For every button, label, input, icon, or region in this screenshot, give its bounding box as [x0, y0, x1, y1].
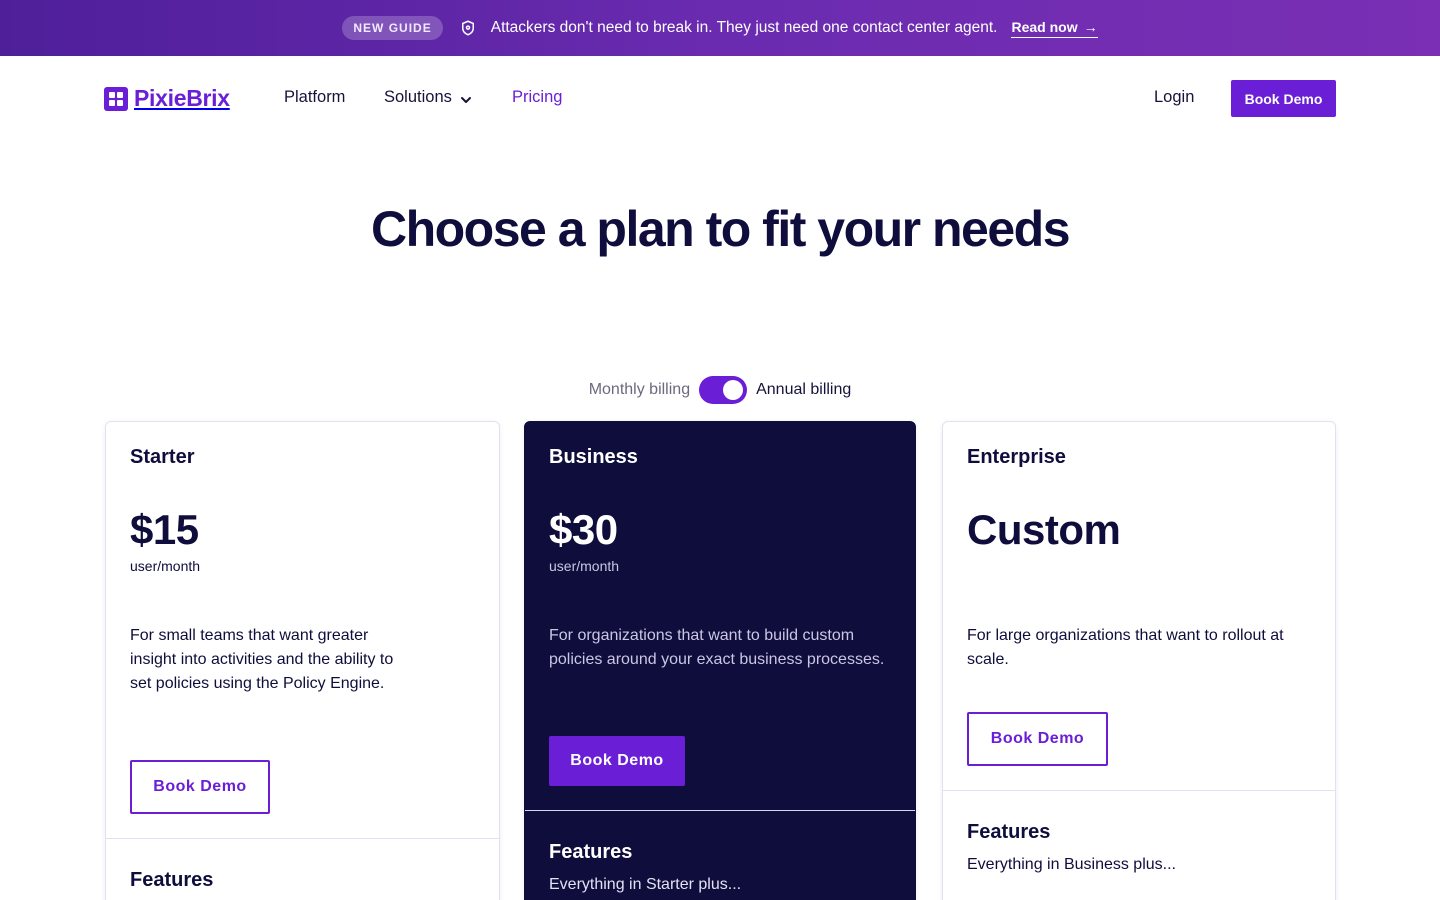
plan-price: Custom — [967, 506, 1121, 553]
announcement-banner: NEW GUIDE Attackers don't need to break … — [0, 0, 1440, 56]
plan-unit: user/month — [549, 558, 620, 574]
nav-pricing[interactable]: Pricing — [512, 88, 562, 107]
plan-card-enterprise: Enterprise Custom For large organization… — [942, 421, 1336, 900]
shield-icon — [459, 19, 477, 37]
plan-name: Business — [549, 446, 638, 468]
plan-card-starter: Starter $15 user/month For small teams t… — [105, 421, 500, 900]
nav-solutions[interactable]: Solutions — [384, 88, 472, 107]
new-guide-badge: NEW GUIDE — [342, 16, 443, 40]
arrow-right-icon: → — [1083, 18, 1098, 35]
nav-book-demo-button[interactable]: Book Demo — [1231, 80, 1336, 117]
plan-description: For organizations that want to build cus… — [549, 627, 885, 668]
monthly-billing-label[interactable]: Monthly billing — [589, 381, 690, 399]
features-title: Features — [549, 841, 633, 863]
plan-unit: user/month — [130, 558, 201, 574]
banner-message: Attackers don't need to break in. They j… — [490, 19, 998, 36]
pixiebrix-logo[interactable]: PixieBrix — [104, 85, 230, 112]
card-divider — [106, 838, 499, 839]
plan-description: For large organizations that want to rol… — [967, 627, 1284, 668]
main-nav: PixieBrix Platform Solutions Pricing Log… — [0, 56, 1440, 140]
nav-platform[interactable]: Platform — [284, 88, 345, 107]
page-title: Choose a plan to fit your needs — [370, 201, 1071, 257]
logo-text: PixieBrix — [134, 85, 230, 111]
toggle-knob — [723, 380, 744, 400]
card-divider — [943, 790, 1335, 791]
starter-book-demo-button[interactable]: Book Demo — [130, 760, 270, 814]
plan-description: For small teams that want greater insigh… — [130, 627, 394, 692]
plan-name: Enterprise — [967, 446, 1066, 468]
annual-billing-label[interactable]: Annual billing — [756, 381, 851, 399]
read-now-label: Read now — [1011, 18, 1078, 35]
business-book-demo-button[interactable]: Book Demo — [549, 736, 685, 786]
features-intro: Everything in Starter plus... — [549, 876, 742, 893]
card-divider — [525, 810, 915, 811]
read-now-link[interactable]: Read now → — [1011, 18, 1098, 38]
features-intro: Everything in Business plus... — [967, 856, 1176, 873]
features-title: Features — [130, 869, 214, 891]
nav-solutions-label: Solutions — [384, 88, 452, 106]
plan-price: $30 — [549, 506, 618, 553]
billing-toggle[interactable] — [699, 376, 748, 404]
plan-card-business: Business $30 user/month For organization… — [524, 421, 916, 900]
login-link[interactable]: Login — [1154, 88, 1194, 107]
plan-price: $15 — [130, 506, 199, 553]
chevron-down-icon — [460, 92, 472, 104]
features-title: Features — [967, 821, 1051, 843]
enterprise-book-demo-button[interactable]: Book Demo — [967, 712, 1108, 766]
plan-name: Starter — [130, 446, 195, 468]
billing-toggle-group: Monthly billing Annual billing — [0, 376, 1440, 404]
logo-mark-icon — [104, 86, 128, 111]
